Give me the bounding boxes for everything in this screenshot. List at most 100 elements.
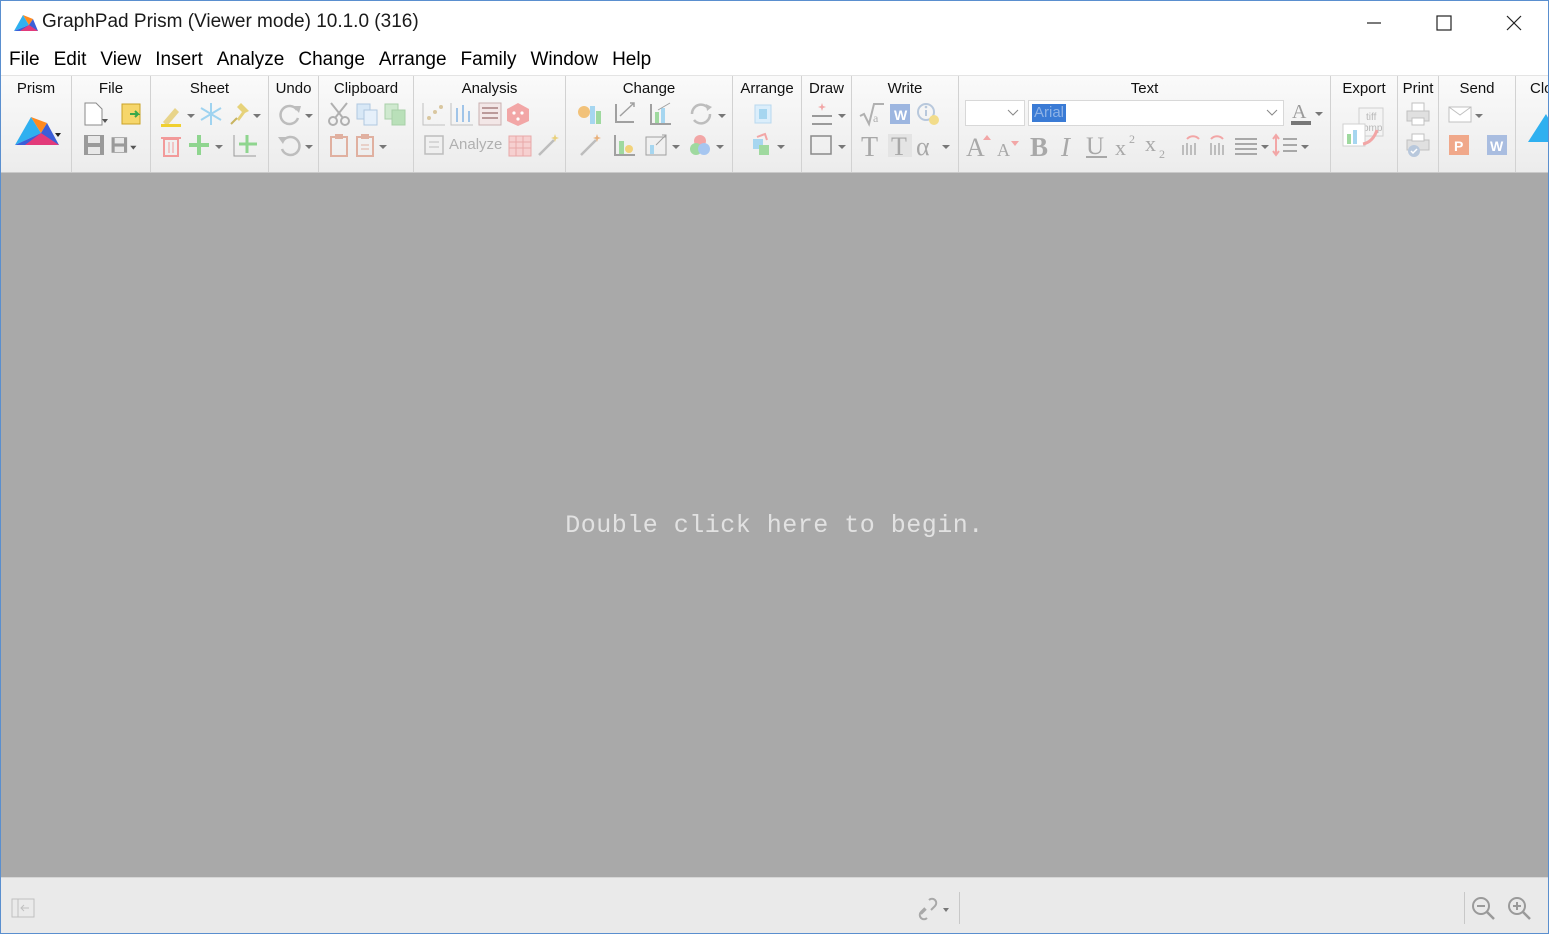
font-increase-icon: A (966, 133, 991, 159)
color-circles-icon (690, 135, 724, 155)
wizard-button[interactable] (534, 131, 562, 159)
insert-equation-button[interactable]: a (858, 100, 886, 128)
send-powerpoint-button[interactable]: P (1445, 131, 1473, 159)
draw-shape-button[interactable] (808, 131, 848, 159)
axes-button[interactable] (610, 100, 638, 128)
decrease-font-button[interactable]: A (993, 131, 1021, 159)
column-stats-icon (450, 103, 473, 126)
group-objects-button[interactable] (749, 131, 789, 159)
rotate-text-left-button[interactable] (1177, 131, 1205, 159)
font-color-button[interactable]: A (1289, 100, 1329, 128)
svg-text:W: W (894, 107, 908, 123)
print-button[interactable] (1404, 100, 1432, 128)
insert-info-button[interactable] (914, 100, 942, 128)
print-preview-button[interactable] (1404, 131, 1432, 159)
insert-word-object-button[interactable]: W (886, 100, 914, 128)
close-button[interactable] (1479, 1, 1548, 45)
column-analysis-button[interactable] (448, 100, 476, 128)
highlight-sheet-button[interactable] (159, 100, 197, 128)
rotate-text-right-button[interactable] (1205, 131, 1233, 159)
svg-text:W: W (1490, 138, 1504, 154)
redo-button[interactable] (275, 100, 313, 128)
italic-button[interactable]: I (1055, 131, 1083, 159)
paste-special-button[interactable] (353, 131, 391, 159)
menu-file[interactable]: File (9, 49, 40, 71)
delete-sheet-button[interactable] (157, 131, 185, 159)
menu-edit[interactable]: Edit (54, 49, 87, 71)
group-label-export: Export (1342, 80, 1386, 97)
new-sheet-button[interactable] (185, 131, 225, 159)
insert-symbol-button[interactable]: α (914, 131, 954, 159)
zoom-in-button[interactable] (1505, 894, 1533, 922)
bold-button[interactable]: B (1027, 131, 1055, 159)
freeze-sheet-button[interactable] (197, 100, 225, 128)
insert-text-button[interactable]: T (858, 131, 886, 159)
menu-view[interactable]: View (100, 49, 141, 71)
open-file-button[interactable] (118, 100, 146, 128)
menu-insert[interactable]: Insert (155, 49, 203, 71)
zoom-out-button[interactable] (1469, 894, 1497, 922)
maximize-button[interactable] (1409, 1, 1479, 45)
printer-icon (1406, 102, 1430, 126)
color-scheme-button[interactable] (686, 131, 726, 159)
pin-sheet-button[interactable] (227, 100, 263, 128)
new-file-button[interactable] (80, 100, 108, 128)
subscript-button[interactable]: x2 (1143, 131, 1171, 159)
results-table-button[interactable] (476, 100, 504, 128)
save-as-button[interactable] (110, 131, 138, 159)
copy-button[interactable] (353, 100, 381, 128)
menu-window[interactable]: Window (530, 49, 598, 71)
cut-button[interactable] (325, 100, 353, 128)
svg-text:A: A (1292, 101, 1307, 123)
superscript-button[interactable]: x2 (1113, 131, 1141, 159)
underline-button[interactable]: U (1083, 131, 1111, 159)
format-graph-button[interactable] (610, 131, 638, 159)
send-email-button[interactable] (1447, 100, 1487, 128)
swap-button[interactable] (686, 100, 726, 128)
copy-special-button[interactable] (381, 100, 409, 128)
analyze-button-icon-wrap[interactable] (422, 131, 446, 159)
minimize-button[interactable] (1339, 1, 1409, 45)
menu-change[interactable]: Change (298, 49, 365, 71)
svg-text:2: 2 (1129, 132, 1135, 146)
font-name-select[interactable]: Arial (1028, 100, 1284, 126)
graph-type-button[interactable] (576, 100, 604, 128)
undo-button[interactable] (275, 131, 313, 159)
paste-button[interactable] (325, 131, 353, 159)
plus-icon (189, 135, 223, 155)
document-canvas[interactable]: Double click here to begin. (1, 173, 1548, 877)
xy-analysis-button[interactable] (420, 100, 448, 128)
export-button[interactable]: tiff bmp (1341, 104, 1389, 158)
line-spacing-button[interactable] (1271, 131, 1311, 159)
rotate-left-icon (1182, 135, 1200, 155)
draw-line-button[interactable] (808, 100, 848, 128)
magic-graph-button[interactable] (576, 131, 604, 159)
font-size-select[interactable] (965, 100, 1025, 126)
data-table-button[interactable] (506, 131, 534, 159)
scale-graph-button[interactable] (642, 131, 682, 159)
group-label-draw: Draw (808, 80, 844, 97)
random-numbers-button[interactable] (504, 100, 532, 128)
link-button[interactable] (915, 894, 953, 922)
format-axes-button[interactable] (646, 100, 674, 128)
menu-family[interactable]: Family (461, 49, 517, 71)
menu-help[interactable]: Help (612, 49, 651, 71)
send-word-button[interactable]: W (1483, 131, 1511, 159)
cloud-button[interactable] (1526, 112, 1548, 146)
draw-line-icon (812, 103, 846, 125)
status-divider (1464, 892, 1465, 924)
align-button[interactable] (749, 100, 777, 128)
menu-arrange[interactable]: Arrange (379, 49, 447, 71)
zoom-in-icon (1508, 897, 1531, 920)
text-align-button[interactable] (1233, 131, 1273, 159)
increase-font-button[interactable]: A (965, 131, 993, 159)
toggle-navigator-button[interactable] (9, 894, 37, 922)
save-button[interactable] (80, 131, 108, 159)
new-linked-sheet-button[interactable] (231, 131, 259, 159)
analyze-button[interactable]: Analyze (449, 136, 502, 153)
prism-menu-button[interactable] (13, 112, 63, 148)
prism-cloud-icon (1528, 114, 1548, 142)
menu-analyze[interactable]: Analyze (217, 49, 285, 71)
toolbar-group-change: Change (566, 76, 733, 172)
insert-boxed-text-button[interactable]: T (886, 131, 914, 159)
